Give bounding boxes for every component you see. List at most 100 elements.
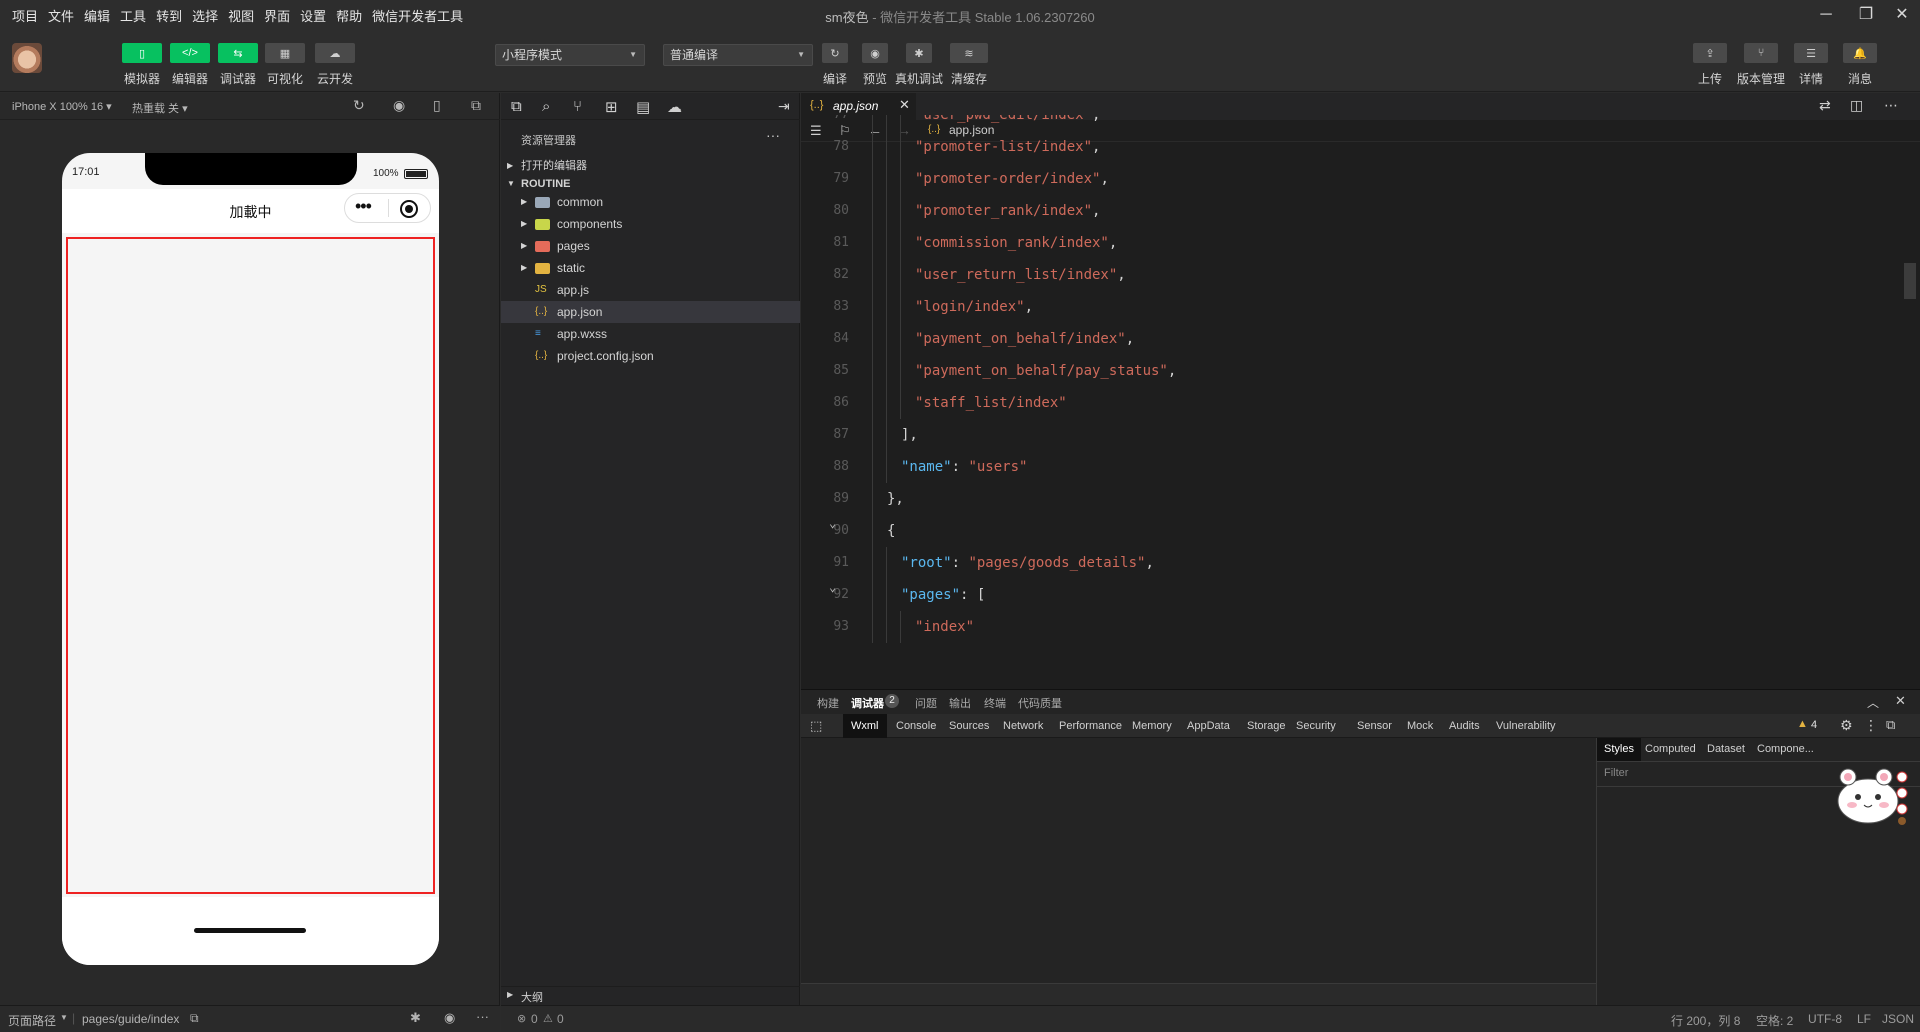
language-mode[interactable]: JSON [1882,1012,1914,1026]
debug-mode-button[interactable]: ⇆ [218,43,258,63]
record-icon[interactable]: ◉ [393,97,405,114]
refresh-icon[interactable]: ↻ [822,43,848,63]
devtools-tab-wxml[interactable]: Wxml [843,714,887,738]
cursor-position[interactable]: 行 200，列 8 [1671,1012,1740,1029]
devtools-tab-console[interactable]: Console [888,714,944,738]
files-icon[interactable]: ⧉ [511,98,522,115]
panel-tab-3[interactable]: 输出 [949,695,971,711]
more-actions-icon[interactable]: ⋯ [1884,97,1898,114]
tree-item-pages[interactable]: ▶ pages [501,235,800,257]
more-icon[interactable]: ••• [355,196,372,217]
tree-item-components[interactable]: ▶ components [501,213,800,235]
minimize-button[interactable]: ─ [1812,4,1840,26]
tree-item-project-config-json[interactable]: {..} project.config.json [501,345,800,367]
devtools-tab-sensor[interactable]: Sensor [1349,714,1400,738]
side-tab-1[interactable]: Computed [1638,738,1703,761]
devtools-tab-storage[interactable]: Storage [1239,714,1294,738]
mode-select[interactable]: 小程序模式 ▼ [495,44,645,66]
devtools-tab-sources[interactable]: Sources [941,714,997,738]
menu-icon[interactable]: ☰ [1794,43,1828,63]
devtools-tab-appdata[interactable]: AppData [1179,714,1238,738]
extensions-icon[interactable]: ⊞ [605,98,618,116]
user-avatar[interactable] [12,43,42,73]
more-icon[interactable]: ··· [476,1009,489,1024]
page-path-label[interactable]: 页面路径 [8,1012,56,1029]
compare-icon[interactable]: ⇄ [1819,97,1831,114]
editor-scrollbar[interactable] [1904,263,1916,299]
eye-icon[interactable]: ◉ [862,43,888,63]
device-select[interactable]: iPhone X 100% 16 ▾ [12,100,112,113]
devtools-tab-memory[interactable]: Memory [1124,714,1180,738]
menu-item[interactable]: 微信开发者工具 [372,6,463,25]
wxml-tree[interactable] [801,738,1596,983]
side-tab-0[interactable]: Styles [1597,738,1641,761]
devtools-tab-audits[interactable]: Audits [1441,714,1488,738]
menu-item[interactable]: 文件 [48,6,74,25]
menu-item[interactable]: 设置 [300,6,326,25]
panel-tab-0[interactable]: 构建 [817,695,839,711]
layout-mode-button[interactable]: ▦ [265,43,305,63]
indentation[interactable]: 空格: 2 [1756,1012,1793,1029]
outline-section[interactable]: ▶ 大纲 [501,986,800,1005]
code-area[interactable]: 77 "user_pwd_edit/index", 78 "promoter-list… [801,115,1920,689]
maximize-panel-icon[interactable]: ︿ [1867,694,1879,711]
undock-icon[interactable]: ⧉ [1886,717,1895,733]
tree-item-app-wxss[interactable]: ≡ app.wxss [501,323,800,345]
tree-item-static[interactable]: ▶ static [501,257,800,279]
bug-icon[interactable]: ✱ [906,43,932,63]
side-tab-3[interactable]: Compone... [1750,738,1821,761]
fold-chevron-icon[interactable]: ⌄ [829,507,836,539]
menu-item[interactable]: 编辑 [84,6,110,25]
menu-item[interactable]: 工具 [120,6,146,25]
devtools-tab-performance[interactable]: Performance [1051,714,1130,738]
layout-icon[interactable]: ▤ [636,98,650,116]
docker-icon[interactable]: ☁ [667,98,682,116]
copy-icon[interactable]: ⧉ [190,1011,199,1026]
layers-icon[interactable]: ≋ [950,43,988,63]
devtools-tab-network[interactable]: Network [995,714,1051,738]
split-editor-icon[interactable]: ◫ [1850,97,1863,114]
encoding[interactable]: UTF-8 [1808,1012,1842,1026]
menu-item[interactable]: 转到 [156,6,182,25]
panel-tab-1[interactable]: 调试器 [851,695,884,711]
panel-tab-5[interactable]: 代码质量 [1018,695,1062,711]
inspect-icon[interactable]: ⬚ [810,718,822,734]
more-options-icon[interactable]: ··· [766,127,780,143]
error-count[interactable]: 0 [531,1012,538,1026]
panel-tab-4[interactable]: 终端 [984,695,1006,711]
phone-mode-button[interactable]: ▯ [122,43,162,63]
settings-icon[interactable]: ⚙ [1840,717,1853,734]
bug-icon[interactable]: ✱ [410,1010,421,1026]
warning-count-status[interactable]: 0 [557,1012,564,1026]
close-window-button[interactable]: ✕ [1888,4,1916,26]
popout-icon[interactable]: ⧉ [471,97,481,114]
close-tab-icon[interactable]: ✕ [899,97,910,113]
code-mode-button[interactable]: </> [170,43,210,63]
styles-filter-input[interactable]: Filter [1604,767,1628,779]
split-toggle-icon[interactable]: ⇥ [778,98,790,115]
menu-item[interactable]: 选择 [192,6,218,25]
cloud-mode-button[interactable]: ☁ [315,43,355,63]
kebab-menu-icon[interactable]: ⋮ [1864,717,1878,734]
tree-item-app-js[interactable]: JS app.js [501,279,800,301]
menu-item[interactable]: 界面 [264,6,290,25]
fold-chevron-icon[interactable]: ⌄ [829,571,836,603]
hot-reload-toggle[interactable]: 热重载 关 ▾ [132,100,188,116]
panel-tab-2[interactable]: 问题 [915,695,937,711]
menu-item[interactable]: 帮助 [336,6,362,25]
close-miniprogram-icon[interactable] [400,200,418,218]
bell-icon[interactable]: 🔔 [1843,43,1877,63]
tree-item-app-json[interactable]: {..} app.json [501,301,800,323]
eye-icon[interactable]: ◉ [444,1010,455,1026]
side-tab-2[interactable]: Dataset [1700,738,1752,761]
tree-item-common[interactable]: ▶ common [501,191,800,213]
devtools-tab-security[interactable]: Security [1288,714,1344,738]
rotate-icon[interactable]: ↻ [353,97,365,114]
capsule-menu[interactable]: ••• [344,193,431,223]
warning-count[interactable]: 4 [1811,719,1817,731]
compile-select[interactable]: 普通编译 ▼ [663,44,813,66]
line-ending[interactable]: LF [1857,1012,1871,1026]
search-icon[interactable]: ⌕ [542,98,550,115]
devtools-tab-mock[interactable]: Mock [1399,714,1441,738]
menu-item[interactable]: 项目 [12,6,38,25]
